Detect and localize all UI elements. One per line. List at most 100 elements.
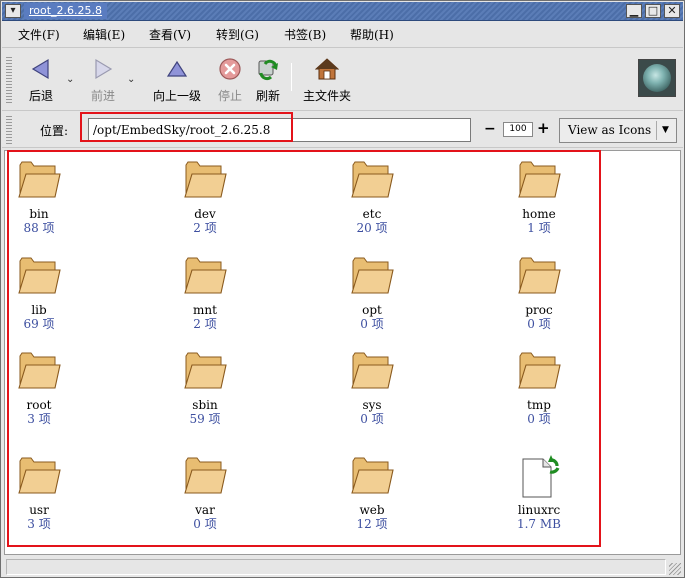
reload-button[interactable]: 刷新	[251, 51, 285, 107]
file-name: dev	[194, 207, 216, 221]
file-item-count: 2 项	[193, 317, 217, 331]
menu-go[interactable]: 转到(G)	[216, 27, 259, 43]
file-item-count: 3 项	[27, 412, 51, 426]
reload-icon	[258, 59, 278, 81]
file-item-count: 20 项	[356, 221, 388, 235]
menu-help[interactable]: 帮助(H)	[350, 27, 394, 43]
location-input[interactable]: /opt/EmbedSky/root_2.6.25.8	[88, 118, 471, 142]
stop-icon	[219, 58, 241, 80]
folder-icon	[18, 161, 61, 198]
file-item-count: 1.7 MB	[516, 517, 561, 531]
toolbar-grip[interactable]	[6, 57, 12, 103]
folder-icon	[351, 161, 394, 198]
file-item-count: 2 项	[193, 221, 217, 235]
stop-label: 停止	[217, 89, 242, 103]
file-item-bin[interactable]: bin 88 项	[0, 157, 84, 235]
file-manager-window: ▾ root_2.6.25.8 ▁ □ ✕ 文件(F) 编辑(E) 查看(V) …	[0, 0, 685, 578]
location-grip[interactable]	[6, 116, 12, 144]
file-item-tmp[interactable]: tmp 0 项	[494, 348, 584, 426]
home-icon	[315, 58, 339, 80]
file-item-count: 59 项	[189, 412, 221, 426]
chevron-down-icon[interactable]: ▼	[656, 121, 674, 140]
window-title: root_2.6.25.8	[24, 3, 108, 19]
minimize-button[interactable]: ▁	[626, 4, 642, 18]
menu-bookmarks[interactable]: 书签(B)	[284, 27, 326, 43]
folder-icon	[351, 257, 394, 294]
folder-icon	[18, 457, 61, 494]
symlink-file-icon	[522, 455, 560, 498]
title-bar[interactable]: ▾ root_2.6.25.8 ▁ □ ✕	[2, 2, 683, 21]
up-label: 向上一级	[152, 89, 201, 103]
file-item-sbin[interactable]: sbin 59 项	[160, 348, 250, 426]
file-name: var	[195, 503, 215, 517]
file-item-usr[interactable]: usr 3 项	[0, 453, 84, 531]
status-bar	[2, 557, 683, 577]
stop-button[interactable]: 停止	[213, 51, 247, 107]
file-name: lib	[31, 303, 47, 317]
up-button[interactable]: 向上一级	[145, 51, 209, 107]
back-label: 后退	[28, 89, 53, 103]
icon-view[interactable]: bin 88 项 dev 2 项 etc 20 项 home 1 项 lib 69 项 mnt 2 项…	[4, 150, 681, 555]
home-button[interactable]: 主文件夹	[297, 51, 357, 107]
file-item-count: 0 项	[527, 317, 551, 331]
file-name: usr	[29, 503, 49, 517]
file-item-count: 88 项	[23, 221, 55, 235]
toolbar: 后退 ⌄ 前进 ⌄ 向上一级 停止 刷新 主文件夹	[2, 49, 683, 111]
file-item-opt[interactable]: opt 0 项	[327, 253, 417, 331]
file-item-root[interactable]: root 3 项	[0, 348, 84, 426]
back-arrow-icon	[31, 58, 49, 80]
file-item-count: 0 项	[360, 317, 384, 331]
folder-icon	[518, 161, 561, 198]
file-item-home[interactable]: home 1 项	[494, 157, 584, 235]
zoom-out-button[interactable]: −	[484, 121, 496, 137]
maximize-button[interactable]: □	[645, 4, 661, 18]
menu-view[interactable]: 查看(V)	[149, 27, 191, 43]
file-item-count: 0 项	[193, 517, 217, 531]
close-button[interactable]: ✕	[664, 4, 680, 18]
folder-icon	[184, 161, 227, 198]
up-arrow-icon	[166, 60, 188, 77]
forward-button[interactable]: 前进	[80, 51, 126, 107]
file-item-sys[interactable]: sys 0 项	[327, 348, 417, 426]
folder-icon	[184, 352, 227, 389]
home-label: 主文件夹	[302, 89, 351, 103]
file-name: bin	[29, 207, 49, 221]
folder-icon	[18, 352, 61, 389]
forward-label: 前进	[90, 89, 115, 103]
file-name: etc	[362, 207, 382, 221]
file-item-etc[interactable]: etc 20 项	[327, 157, 417, 235]
file-item-lib[interactable]: lib 69 项	[0, 253, 84, 331]
folder-icon	[18, 257, 61, 294]
menu-bar: 文件(F) 编辑(E) 查看(V) 转到(G) 书签(B) 帮助(H)	[2, 22, 683, 48]
menu-file[interactable]: 文件(F)	[18, 27, 60, 43]
file-name: tmp	[527, 398, 551, 412]
file-name: linuxrc	[517, 503, 561, 517]
forward-history-dropdown[interactable]: ⌄	[127, 74, 135, 85]
back-button[interactable]: 后退	[16, 51, 66, 107]
file-item-count: 0 项	[360, 412, 384, 426]
folder-icon	[184, 457, 227, 494]
reload-label: 刷新	[255, 89, 280, 103]
file-item-web[interactable]: web 12 项	[327, 453, 417, 531]
location-label: 位置:	[40, 124, 69, 138]
status-field	[6, 559, 666, 575]
file-name: sys	[362, 398, 382, 412]
zoom-in-button[interactable]: +	[537, 120, 550, 136]
file-item-var[interactable]: var 0 项	[160, 453, 250, 531]
menu-edit[interactable]: 编辑(E)	[83, 27, 125, 43]
file-item-count: 69 项	[23, 317, 55, 331]
file-item-proc[interactable]: proc 0 项	[494, 253, 584, 331]
file-item-mnt[interactable]: mnt 2 项	[160, 253, 250, 331]
back-history-dropdown[interactable]: ⌄	[66, 74, 74, 85]
view-mode-select[interactable]: View as Icons ▼	[559, 118, 677, 143]
window-menu-button[interactable]: ▾	[5, 4, 21, 18]
file-item-count: 1 项	[527, 221, 551, 235]
file-item-linuxrc[interactable]: linuxrc 1.7 MB	[494, 453, 584, 531]
throbber-icon	[643, 64, 671, 92]
toolbar-separator	[291, 63, 292, 91]
file-item-dev[interactable]: dev 2 项	[160, 157, 250, 235]
activity-throbber	[638, 59, 676, 97]
file-name: web	[359, 503, 385, 517]
resize-grip[interactable]	[669, 563, 681, 575]
zoom-level: 100	[503, 122, 533, 137]
